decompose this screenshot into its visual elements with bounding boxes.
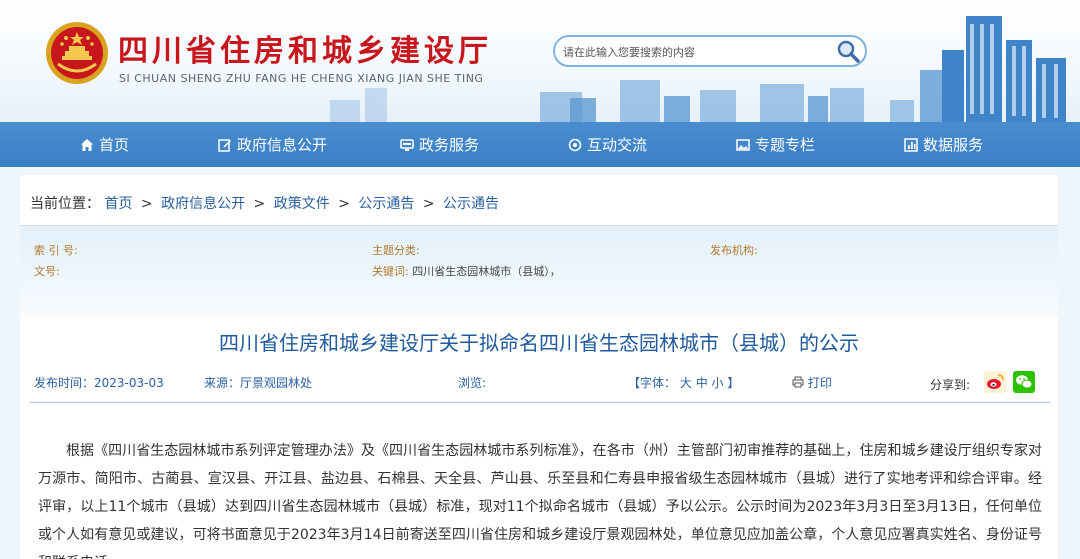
content-panel: 当前位置： 首页 > 政府信息公开 > 政策文件 > 公示通告 > 公示通告 索… [20,175,1058,559]
source: 来源：厅景观园林处 [204,376,313,390]
chart-icon [904,137,918,152]
keywords-row: 关键词: 四川省生态园林城市（县城）， [372,263,561,279]
info-divider [30,402,1050,403]
font-size-open: 【字体： [628,376,677,390]
nav-item-home[interactable]: 首页 [80,122,129,167]
doc-no-label: 文号: [34,265,60,278]
document-body: 根据《四川省生态园林城市系列评定管理办法》及《四川省生态园林城市系列标准》，在各… [38,443,1042,559]
national-emblem-logo[interactable] [44,20,110,86]
breadcrumb-separator: > [140,196,153,212]
breadcrumb-separator: > [422,196,435,212]
nav-item-gov-info[interactable]: 政府信息公开 [218,122,327,167]
site-header: 四川省住房和城乡建设厅 SI CHUAN SHENG ZHU FANG HE C… [0,0,1080,122]
share-label: 分享到: [930,378,971,392]
keywords-label: 关键词: [372,265,409,278]
font-size-large[interactable]: 大 [680,376,692,390]
breadcrumb-item-notices[interactable]: 公示通告 [358,196,414,212]
breadcrumb: 当前位置： 首页 > 政府信息公开 > 政策文件 > 公示通告 > 公示通告 [30,193,499,213]
nav-item-gov-services[interactable]: 政务服务 [400,122,479,167]
nav-item-label: 政务服务 [419,136,480,154]
nav-item-label: 政府信息公开 [237,136,328,154]
font-size-medium[interactable]: 中 [696,376,708,390]
breadcrumb-item-notices-current[interactable]: 公示通告 [443,196,499,212]
printer-icon [792,376,804,388]
keywords-value: 四川省生态园林城市（县城）， [412,265,561,278]
search-box [553,35,867,67]
chat-icon [568,138,582,151]
topic-label: 主题分类: [372,244,420,257]
font-size-controls: 【字体： 大 中 小 】 [628,374,739,391]
font-size-small[interactable]: 小 [712,376,724,390]
breadcrumb-separator: > [253,196,266,212]
edit-icon [218,138,231,152]
nav-item-label: 专题专栏 [755,136,816,154]
print-button[interactable]: 打印 [792,374,832,391]
breadcrumb-item-gov-info[interactable]: 政府信息公开 [161,196,245,212]
main-nav: 首页 政府信息公开 政务服务 互动交流 专题专栏 数据服务 [0,122,1080,167]
monitor-icon [400,138,414,151]
document-title: 四川省住房和城乡建设厅关于拟命名四川省生态园林城市（县城）的公示 [219,331,859,355]
image-icon [736,138,750,151]
publish-time: 发布时间：2023-03-03 [34,376,164,390]
breadcrumb-item-policy[interactable]: 政策文件 [274,196,330,212]
nav-item-label: 数据服务 [923,136,984,154]
index-no-label: 索 引 号: [34,244,78,257]
print-label: 打印 [807,376,832,390]
breadcrumb-prefix: 当前位置： [30,196,100,212]
search-input[interactable] [563,42,833,62]
publisher-label: 发布机构: [710,244,758,257]
breadcrumb-separator: > [338,196,350,212]
document-meta: 索 引 号: 文号: 主题分类: 关键词: 四川省生态园林城市（县城）， 发布机… [20,225,1058,317]
wechat-icon[interactable] [1013,371,1035,393]
font-size-close: 】 [727,376,740,390]
home-icon [81,138,93,151]
nav-item-interaction[interactable]: 互动交流 [568,122,647,167]
nav-item-label: 互动交流 [587,136,648,154]
nav-item-special-topics[interactable]: 专题专栏 [736,122,815,167]
weibo-icon[interactable] [984,371,1006,393]
nav-item-label: 首页 [99,136,130,154]
document-info-bar: 发布时间：2023-03-03 来源：厅景观园林处 浏览: 【字体： 大 中 小… [20,371,1058,401]
views-label: 浏览: [458,376,487,390]
breadcrumb-item-home[interactable]: 首页 [104,196,132,212]
search-icon[interactable] [835,38,861,64]
nav-item-data-services[interactable]: 数据服务 [904,122,983,167]
